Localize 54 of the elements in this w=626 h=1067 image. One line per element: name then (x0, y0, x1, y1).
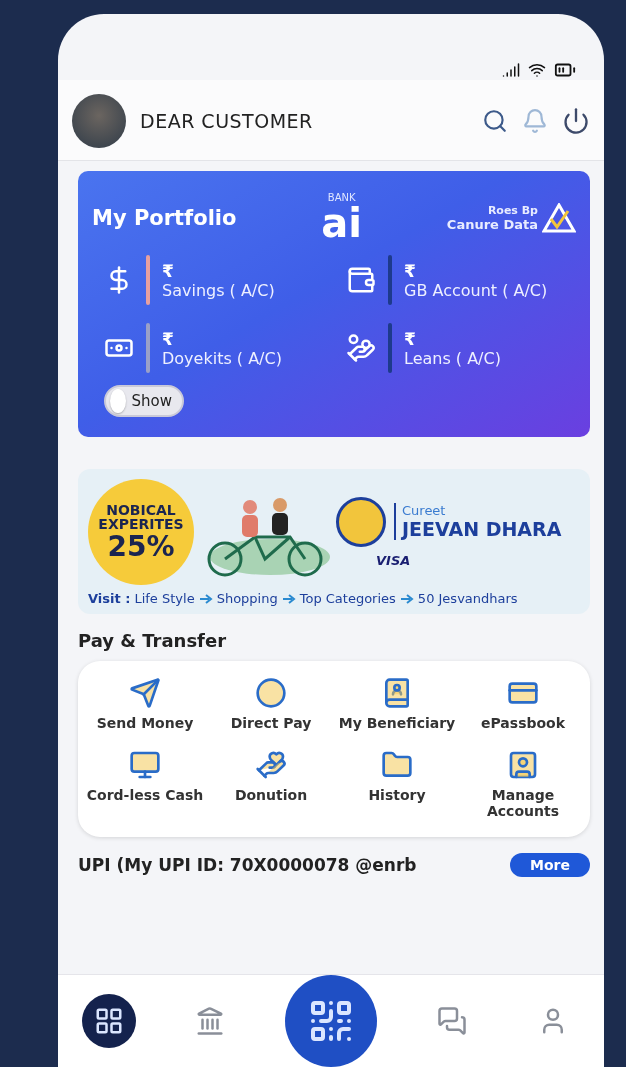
hand-coins-icon (346, 333, 376, 363)
currency-symbol: ₹ (162, 260, 175, 281)
arrow-icon (281, 593, 296, 604)
arrow-icon (399, 593, 414, 604)
search-button[interactable] (482, 108, 508, 134)
promo-banner[interactable]: NOBICAL EXPERITES 25% Cureet JEEVAN DHARA VISA Visit : Life Style Shopping Top Categories 50 Jesvandhars (78, 469, 590, 614)
hand-heart-icon (255, 749, 287, 781)
currency-symbol: ₹ (162, 328, 175, 349)
shortcut-button[interactable]: Cord-less Cash (82, 749, 208, 819)
breadcrumb-link[interactable]: 50 Jesvandhars (417, 591, 518, 606)
card-title: My Portfolio (92, 206, 237, 230)
triangle-logo-icon (542, 203, 576, 233)
power-button[interactable] (562, 107, 590, 135)
signal-icon (502, 61, 520, 79)
wallet-icon (346, 265, 376, 295)
breadcrumb-link[interactable]: Shopping (216, 591, 278, 606)
monitor-icon (129, 749, 161, 781)
discount-badge: NOBICAL EXPERITES 25% (88, 479, 194, 585)
currency-symbol: ₹ (404, 328, 417, 349)
coin-icon (255, 677, 287, 709)
logo-caption: BANK (327, 193, 356, 203)
account-label: Doyekits ( A/C) (162, 348, 282, 368)
wifi-icon (528, 61, 546, 79)
shortcut-button[interactable]: Send Money (82, 677, 208, 731)
apps-grid-tab[interactable] (81, 994, 136, 1048)
chat-icon (436, 1006, 467, 1036)
more-button[interactable]: More (510, 853, 590, 877)
breadcrumb-link[interactable]: Life Style (134, 591, 195, 606)
partner-text: Roes Bp (487, 204, 538, 217)
avatar (72, 94, 126, 148)
breadcrumb-link[interactable]: Top Categories (299, 591, 396, 606)
currency-symbol: ₹ (404, 260, 417, 281)
partner-text: Canure Data (446, 217, 538, 232)
account-label: GB Account ( A/C) (404, 280, 548, 300)
card-brand-text: VISA (375, 552, 412, 568)
logo-text: ai (321, 203, 363, 243)
shortcut-button[interactable]: Donution (208, 749, 334, 819)
shortcut-button[interactable]: ePassbook (460, 677, 586, 731)
shortcut-button[interactable]: My Beneficiary (334, 677, 460, 731)
arrow-icon (198, 593, 213, 604)
section-title: UPI (My UPI ID: 70X0000078 @enrb (78, 855, 417, 875)
show-toggle[interactable]: Show (104, 385, 184, 417)
greeting: DEAR CUSTOMER (140, 110, 314, 132)
shortcut-button[interactable]: History (334, 749, 460, 819)
user-card-icon (507, 749, 539, 781)
section-title: Pay & Transfer (78, 630, 228, 651)
brand-title: JEEVAN DHARA (402, 518, 562, 540)
brand-caption: Cureet (402, 503, 447, 518)
account-label: Savings ( A/C) (162, 280, 275, 300)
visit-label: Visit : (88, 591, 131, 606)
emblem-icon (336, 496, 386, 547)
shortcut-button[interactable]: Manage Accounts (460, 749, 586, 819)
account-label: Leans ( A/C) (404, 348, 501, 368)
shortcut-button[interactable]: Direct Pay (208, 677, 334, 731)
